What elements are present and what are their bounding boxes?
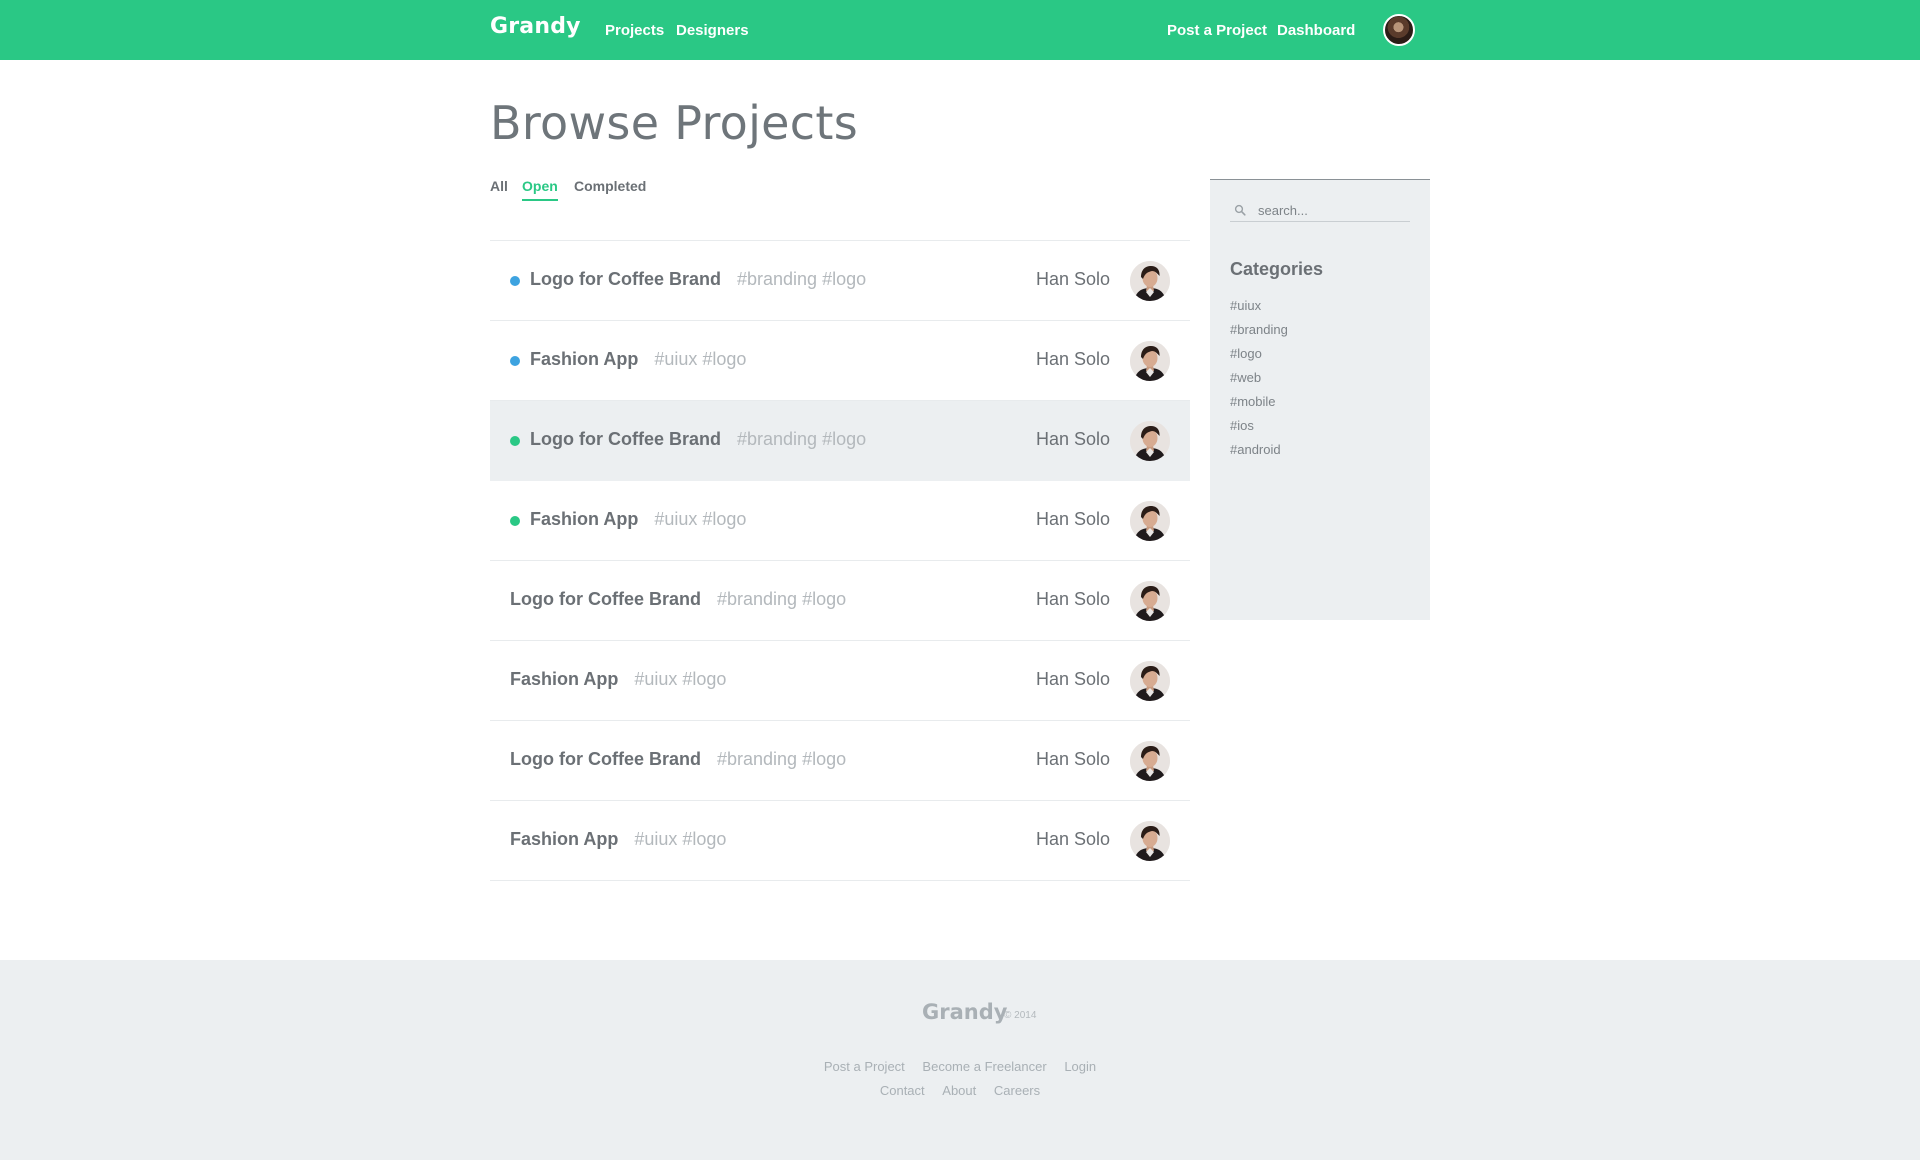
category-item[interactable]: #android <box>1230 442 1288 466</box>
project-owner[interactable]: Han Solo <box>1036 269 1110 290</box>
status-dot <box>510 356 520 366</box>
project-title[interactable]: Fashion App <box>530 349 638 369</box>
avatar-photo-icon <box>1130 741 1170 781</box>
project-title[interactable]: Fashion App <box>510 669 618 689</box>
project-tags: #branding #logo <box>737 429 867 449</box>
tab-all[interactable]: All <box>490 178 508 194</box>
avatar-photo-icon <box>1130 341 1170 381</box>
project-text: Fashion App #uiux #logo <box>530 509 746 530</box>
footer-links-secondary: Contact About Careers <box>0 1083 1920 1098</box>
footer-link-about[interactable]: About <box>942 1083 976 1098</box>
category-list: #uiux #branding #logo #web #mobile #ios #andro… <box>1230 298 1288 466</box>
category-item[interactable]: #logo <box>1230 346 1288 370</box>
footer-link-become-freelancer[interactable]: Become a Freelancer <box>922 1059 1046 1074</box>
nav-link-dashboard[interactable]: Dashboard <box>1277 22 1355 39</box>
tab-completed[interactable]: Completed <box>574 178 646 194</box>
project-owner[interactable]: Han Solo <box>1036 749 1110 770</box>
project-text: Logo for Coffee Brand #branding #logo <box>510 589 846 610</box>
project-text: Logo for Coffee Brand #branding #logo <box>530 269 866 290</box>
brand-logo[interactable]: Grandy <box>490 14 581 39</box>
project-owner[interactable]: Han Solo <box>1036 829 1110 850</box>
avatar[interactable] <box>1130 741 1170 781</box>
tab-open[interactable]: Open <box>522 178 558 201</box>
footer-link-login[interactable]: Login <box>1064 1059 1096 1074</box>
project-row[interactable]: Fashion App #uiux #logo Han Solo <box>490 481 1190 561</box>
project-row[interactable]: Logo for Coffee Brand #branding #logo Han… <box>490 401 1190 481</box>
project-title[interactable]: Logo for Coffee Brand <box>510 749 701 769</box>
status-dot <box>510 276 520 286</box>
nav-link-designers[interactable]: Designers <box>676 22 749 39</box>
search-input[interactable] <box>1258 200 1408 220</box>
category-item[interactable]: #ios <box>1230 418 1288 442</box>
project-text: Logo for Coffee Brand #branding #logo <box>530 429 866 450</box>
project-text: Fashion App #uiux #logo <box>510 829 726 850</box>
project-title[interactable]: Fashion App <box>530 509 638 529</box>
project-title[interactable]: Logo for Coffee Brand <box>530 269 721 289</box>
avatar[interactable] <box>1130 661 1170 701</box>
navbar: Grandy Projects Designers Post a Project… <box>0 0 1920 60</box>
avatar-photo-icon <box>1130 581 1170 621</box>
project-tags: #uiux #logo <box>634 669 727 689</box>
footer-links-primary: Post a Project Become a Freelancer Login <box>0 1059 1920 1074</box>
project-tags: #uiux #logo <box>654 509 747 529</box>
category-item[interactable]: #mobile <box>1230 394 1288 418</box>
status-dot <box>510 436 520 446</box>
project-owner[interactable]: Han Solo <box>1036 429 1110 450</box>
sidebar: Categories #uiux#branding#logo#web#mobil… <box>1210 179 1430 620</box>
project-title[interactable]: Logo for Coffee Brand <box>530 429 721 449</box>
project-owner[interactable]: Han Solo <box>1036 669 1110 690</box>
categories-heading: Categories <box>1230 259 1324 279</box>
footer-link-careers[interactable]: Careers <box>994 1083 1040 1098</box>
footer-copyright: © 2014 <box>1004 1010 1037 1021</box>
footer-brand[interactable]: Grandy <box>922 1000 1007 1024</box>
project-row[interactable]: Logo for Coffee Brand #branding #logo Han… <box>490 721 1190 801</box>
project-title[interactable]: Logo for Coffee Brand <box>510 589 701 609</box>
project-owner[interactable]: Han Solo <box>1036 589 1110 610</box>
avatar[interactable] <box>1130 261 1170 301</box>
project-tags: #uiux #logo <box>634 829 727 849</box>
footer-link-post-project[interactable]: Post a Project <box>824 1059 905 1074</box>
project-text: Logo for Coffee Brand #branding #logo <box>510 749 846 770</box>
project-text: Fashion App #uiux #logo <box>530 349 746 370</box>
category-item[interactable]: #branding <box>1230 322 1288 346</box>
avatar-photo-icon <box>1130 661 1170 701</box>
footer: Grandy © 2014 Post a Project Become a Fr… <box>0 960 1920 1160</box>
project-tags: #branding #logo <box>717 589 847 609</box>
avatar-photo-icon <box>1130 501 1170 541</box>
project-row[interactable]: Logo for Coffee Brand #branding #logo Han… <box>490 241 1190 321</box>
project-list: Logo for Coffee Brand #branding #logo Han… <box>490 240 1190 881</box>
footer-link-contact[interactable]: Contact <box>880 1083 925 1098</box>
avatar[interactable] <box>1130 501 1170 541</box>
project-row[interactable]: Fashion App #uiux #logo Han Solo <box>490 801 1190 881</box>
avatar[interactable] <box>1130 341 1170 381</box>
search-box <box>1230 198 1410 222</box>
nav-link-projects[interactable]: Projects <box>605 22 664 39</box>
category-item[interactable]: #uiux <box>1230 298 1288 322</box>
project-tags: #branding #logo <box>717 749 847 769</box>
avatar[interactable] <box>1130 821 1170 861</box>
page-title: Browse Projects <box>490 96 858 150</box>
project-row[interactable]: Fashion App #uiux #logo Han Solo <box>490 321 1190 401</box>
avatar[interactable] <box>1130 581 1170 621</box>
project-tags: #branding #logo <box>737 269 867 289</box>
search-icon <box>1234 204 1246 216</box>
avatar-photo-icon <box>1130 421 1170 461</box>
project-row[interactable]: Fashion App #uiux #logo Han Solo <box>490 641 1190 721</box>
avatar[interactable] <box>1130 421 1170 461</box>
project-owner[interactable]: Han Solo <box>1036 349 1110 370</box>
avatar-photo-icon <box>1130 821 1170 861</box>
user-avatar[interactable] <box>1383 14 1415 46</box>
project-title[interactable]: Fashion App <box>510 829 618 849</box>
navbar-inner: Grandy Projects Designers Post a Project… <box>490 0 1418 60</box>
category-item[interactable]: #web <box>1230 370 1288 394</box>
status-dot <box>510 516 520 526</box>
avatar-photo-icon <box>1130 261 1170 301</box>
project-text: Fashion App #uiux #logo <box>510 669 726 690</box>
project-row[interactable]: Logo for Coffee Brand #branding #logo Han… <box>490 561 1190 641</box>
project-owner[interactable]: Han Solo <box>1036 509 1110 530</box>
nav-link-post-project[interactable]: Post a Project <box>1167 22 1267 39</box>
project-tags: #uiux #logo <box>654 349 747 369</box>
